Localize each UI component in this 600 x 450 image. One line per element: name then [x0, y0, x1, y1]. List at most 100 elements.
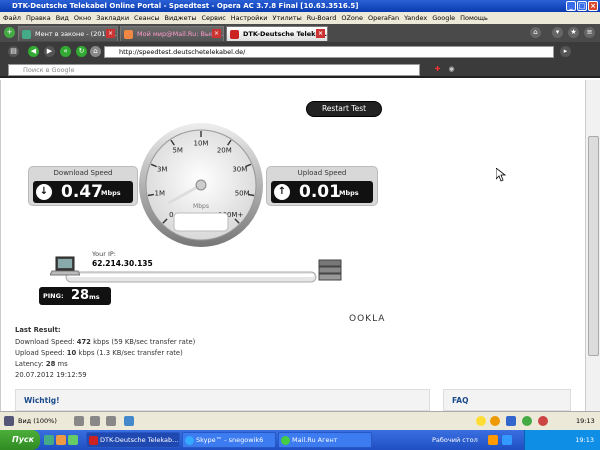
minimize-button[interactable]: _: [566, 1, 576, 11]
page-scrollbar[interactable]: [585, 80, 600, 411]
menu-operafan[interactable]: OperaFan: [368, 12, 399, 24]
quicklaunch-icon[interactable]: [44, 435, 54, 445]
menu-view[interactable]: Вид: [56, 12, 69, 24]
text-icon[interactable]: [506, 416, 516, 426]
menu-sessions[interactable]: Сеансы: [134, 12, 159, 24]
gauge-unit: Mbps: [193, 203, 209, 210]
wichtig-box: Wichtig!: [15, 389, 430, 411]
tab-mail-ru[interactable]: Мой мир@Mail.Ru: Высок... ×: [120, 26, 224, 41]
rewind-icon[interactable]: «: [60, 46, 71, 57]
opera-icon: [89, 436, 98, 445]
back-icon[interactable]: ◀: [28, 46, 39, 57]
eye-icon[interactable]: ◉: [446, 64, 457, 75]
menu-help[interactable]: Помощь: [460, 12, 488, 24]
laptop-icon: [50, 256, 80, 276]
quicklaunch-icon[interactable]: [68, 435, 78, 445]
restart-test-button[interactable]: Restart Test: [306, 101, 382, 117]
upload-value: 0.01: [299, 182, 341, 202]
quicklaunch-icon[interactable]: [56, 435, 66, 445]
menu-google[interactable]: Google: [432, 12, 455, 24]
menu-file[interactable]: Файл: [3, 12, 21, 24]
tab-dtk-speedtest[interactable]: DTK-Deutsche Telekab... ×: [226, 26, 328, 41]
go-icon[interactable]: ▸: [560, 46, 571, 57]
ping-unit: ms: [89, 293, 100, 301]
pin-icon[interactable]: ✚: [432, 64, 443, 75]
wichtig-title[interactable]: Wichtig!: [24, 396, 60, 405]
new-tab-icon[interactable]: +: [4, 27, 15, 38]
system-tray: 19:13: [524, 430, 600, 450]
download-value: 0.47: [61, 182, 103, 202]
tab-bar: + Мент в законе - (2010-... × Мой мир@Ma…: [0, 24, 600, 42]
menu-window[interactable]: Окно: [74, 12, 91, 24]
last-result-upload: Upload Speed: 10 kbps (1.3 KB/sec transf…: [15, 349, 183, 357]
ping-display: PING: 28 ms: [39, 287, 111, 305]
menu-utilities[interactable]: Утилиты: [273, 12, 302, 24]
tab-close-icon[interactable]: ×: [316, 29, 325, 38]
address-input[interactable]: http://speedtest.deutschetelekabel.de/: [104, 46, 554, 58]
menu-settings[interactable]: Настройки: [231, 12, 268, 24]
forward-icon[interactable]: ▶: [44, 46, 55, 57]
image-icon[interactable]: [74, 416, 84, 426]
panel-icon[interactable]: ≡: [584, 27, 595, 38]
taskbar-skype[interactable]: Skype™ - snegowik6: [182, 432, 276, 448]
download-unit: Mbps: [101, 189, 121, 197]
search-input[interactable]: Поиск в Google: [8, 64, 420, 76]
monitor-icon[interactable]: [4, 416, 14, 426]
ping-value: 28: [71, 288, 90, 303]
menu-tools[interactable]: Сервис: [201, 12, 225, 24]
window-icon[interactable]: [124, 416, 134, 426]
alert-icon[interactable]: [490, 416, 500, 426]
connection-track: [65, 271, 317, 283]
taskbar-mailru-agent[interactable]: Mail.Ru Агент: [278, 432, 372, 448]
panels-icon[interactable]: ▤: [8, 46, 19, 57]
home-icon[interactable]: ⌂: [90, 46, 101, 57]
tray-icon[interactable]: [488, 435, 498, 445]
tray-icon[interactable]: [502, 435, 512, 445]
menu-yandex[interactable]: Yandex: [404, 12, 427, 24]
menu-bookmarks[interactable]: Закладки: [96, 12, 129, 24]
start-button[interactable]: Пуск: [0, 430, 40, 450]
faq-title[interactable]: FAQ: [452, 396, 468, 405]
tab-list-icon[interactable]: ▾: [552, 27, 563, 38]
status-clock: 19:13: [576, 417, 595, 425]
zoom-level[interactable]: Вид (100%): [18, 417, 57, 425]
settings-icon[interactable]: [106, 416, 116, 426]
star-icon[interactable]: ★: [568, 27, 579, 38]
window-title-bar: DTK-Deutsche Telekabel Online Portal - S…: [0, 0, 600, 12]
last-result-download: Download Speed: 472 kbps (59 KB/sec tran…: [15, 338, 196, 346]
gauge-tick-label: 0: [169, 211, 173, 219]
faq-box: FAQ: [443, 389, 571, 411]
scrollbar-thumb[interactable]: [588, 136, 599, 356]
trash-icon[interactable]: ⌂: [530, 27, 541, 38]
gauge-tick-label: 5M: [172, 147, 183, 155]
clock-icon[interactable]: [522, 416, 532, 426]
mouse-cursor-icon: [496, 168, 506, 182]
close-button[interactable]: ×: [588, 1, 598, 11]
turbo-icon[interactable]: [90, 416, 100, 426]
gauge-readout: [173, 212, 229, 232]
taskbar-opera[interactable]: DTK-Deutsche Telekab...: [86, 432, 180, 448]
maximize-button[interactable]: □: [577, 1, 587, 11]
menu-ruboard[interactable]: Ru-Board: [307, 12, 337, 24]
tab-close-icon[interactable]: ×: [212, 29, 221, 38]
desktop-toolbar[interactable]: Рабочий стол: [432, 430, 478, 450]
smiley-icon[interactable]: [476, 416, 486, 426]
tab-ment[interactable]: Мент в законе - (2010-... ×: [18, 26, 118, 41]
window-title: DTK-Deutsche Telekabel Online Portal - S…: [12, 2, 359, 10]
tab-close-icon[interactable]: ×: [106, 29, 115, 38]
navigation-bar: ▤ ◀ ▶ « ↻ ⌂ http://speedtest.deutschetel…: [0, 42, 600, 62]
tray-clock: 19:13: [575, 436, 594, 444]
mail-icon[interactable]: [538, 416, 548, 426]
download-label: Download Speed: [53, 169, 113, 177]
gauge-tick-label: 20M: [217, 147, 232, 155]
menu-widgets[interactable]: Виджеты: [165, 12, 197, 24]
mailru-agent-icon: [281, 436, 290, 445]
reload-icon[interactable]: ↻: [76, 46, 87, 57]
download-panel: Download Speed ↓ 0.47 Mbps: [28, 166, 138, 206]
menu-edit[interactable]: Правка: [26, 12, 51, 24]
status-bar: Вид (100%) 19:13: [0, 411, 600, 430]
track-shine: [68, 274, 314, 277]
arrow-up-icon: ↑: [274, 184, 290, 200]
menu-ozone[interactable]: OZone: [341, 12, 363, 24]
last-result-title: Last Result:: [15, 326, 61, 334]
